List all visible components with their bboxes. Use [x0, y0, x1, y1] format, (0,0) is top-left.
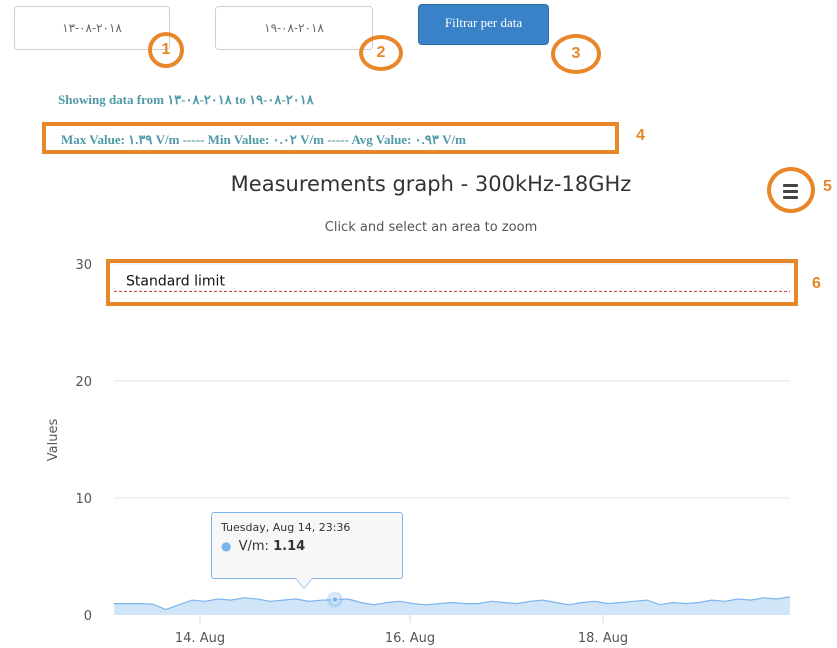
tooltip-time: Tuesday, Aug 14, 23:36	[221, 521, 351, 534]
hover-marker[interactable]	[331, 596, 339, 604]
y-tick-label: 20	[75, 375, 92, 390]
y-tick-label: 0	[84, 609, 92, 624]
tooltip-value: 1.14	[273, 539, 306, 554]
x-tick-label: 14. Aug	[175, 631, 225, 646]
chart-tooltip: Tuesday, Aug 14, 23:36 ● V/m: 1.14	[211, 512, 403, 579]
standard-limit-highlight-box	[106, 259, 798, 306]
y-tick-label: 30	[75, 258, 92, 273]
measurements-chart[interactable]: 0102030 Values Standard limit 14. Aug 16.…	[0, 0, 837, 648]
tooltip-series-label: V/m:	[238, 539, 269, 554]
tooltip-value-line: ● V/m: 1.14	[221, 539, 393, 554]
x-tick-label: 18. Aug	[578, 631, 628, 646]
x-tick-label: 16. Aug	[385, 631, 435, 646]
series-dot-icon: ●	[221, 539, 232, 553]
callout-marker-6: 6	[812, 275, 821, 292]
y-tick-label: 10	[75, 492, 92, 507]
y-axis-label: Values	[46, 419, 61, 462]
